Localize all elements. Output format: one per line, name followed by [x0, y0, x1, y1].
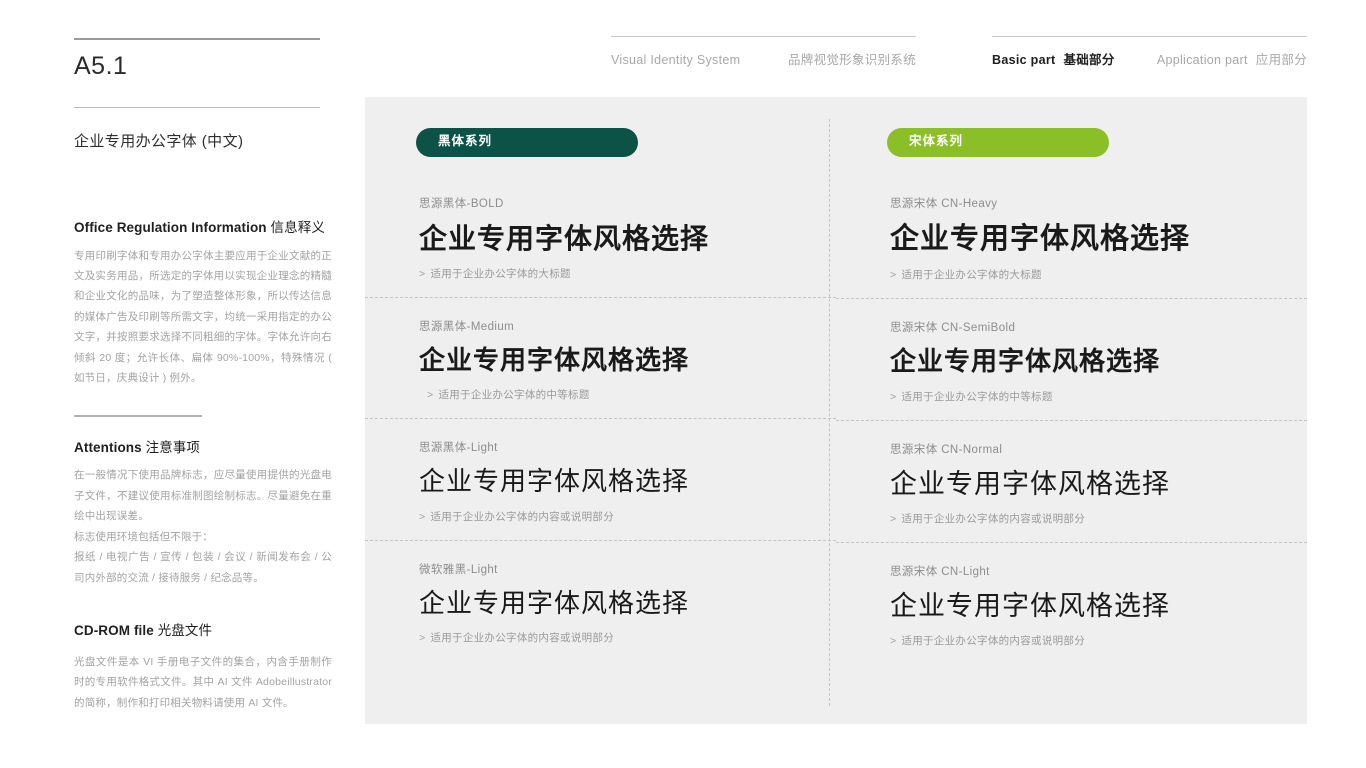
font-usage-text: 适用于企业办公字体的内容或说明部分 — [430, 631, 615, 644]
specimen-list: 思源黑体-BOLD 企业专用字体风格选择 > 适用于企业办公字体的大标题 思源黑体… — [365, 175, 836, 661]
specimen-columns: 黑体系列 思源黑体-BOLD 企业专用字体风格选择 > 适用于企业办公字体的大标题 — [365, 97, 1307, 724]
font-specimen-text: 企业专用字体风格选择 — [419, 223, 710, 254]
section-heading: Office Regulation Information 信息释义 — [74, 219, 332, 237]
section-heading-cn: 信息释义 — [270, 220, 325, 235]
list-item: 微软雅黑-Light 企业专用字体风格选择 > 适用于企业办公字体的内容或说明部分 — [365, 539, 836, 661]
font-specimen-panel: 黑体系列 思源黑体-BOLD 企业专用字体风格选择 > 适用于企业办公字体的大标题 — [365, 97, 1307, 724]
section-heading: CD-ROM file 光盘文件 — [74, 622, 332, 640]
list-item: 思源宋体 CN-Heavy 企业专用字体风格选择 > 适用于企业办公字体的大标题 — [836, 175, 1307, 298]
font-usage-note: > 适用于企业办公字体的大标题 — [890, 267, 1273, 282]
font-usage-text: 适用于企业办公字体的大标题 — [430, 268, 571, 281]
font-name: 思源黑体-BOLD — [419, 198, 504, 210]
tab-application-part-en[interactable]: Application part — [1157, 53, 1248, 67]
font-usage-text: 适用于企业办公字体的内容或说明部分 — [901, 635, 1086, 648]
font-name: 思源宋体 CN-Heavy — [890, 198, 998, 210]
font-usage-note: > 适用于企业办公字体的中等标题 — [419, 387, 802, 402]
header-tabs: Basic part 基础部分 Application part 应用部分 — [992, 36, 1307, 68]
page-title: 企业专用办公字体 (中文) — [74, 133, 244, 150]
section-heading-en: CD-ROM file — [74, 623, 154, 639]
section-heading-cn: 光盘文件 — [157, 623, 213, 639]
section-body-text-2: 标志使用环境包括但不限于： — [74, 530, 214, 543]
system-label-cn: 品牌视觉形象识别系统 — [787, 53, 916, 67]
specimen-list: 思源宋体 CN-Heavy 企业专用字体风格选择 > 适用于企业办公字体的大标题 … — [836, 175, 1307, 664]
chevron-right-icon: > — [890, 390, 897, 403]
font-specimen-text: 企业专用字体风格选择 — [890, 347, 1161, 377]
font-usage-note: > 适用于企业办公字体的内容或说明部分 — [890, 633, 1273, 648]
font-usage-text: 适用于企业办公字体的大标题 — [901, 269, 1042, 282]
list-item: 思源宋体 CN-Normal 企业专用字体风格选择 > 适用于企业办公字体的内容或… — [836, 419, 1307, 542]
chevron-right-icon: > — [419, 510, 426, 523]
font-usage-note: > 适用于企业办公字体的内容或说明部分 — [890, 511, 1273, 526]
font-usage-note: > 适用于企业办公字体的大标题 — [419, 266, 802, 281]
section-office-regulation: Office Regulation Information 信息释义 专用印刷字… — [74, 219, 332, 389]
status-badge: 宋体系列 — [887, 128, 1109, 157]
chevron-right-icon: > — [427, 389, 434, 402]
section-heading-cn: 注意事项 — [145, 439, 201, 455]
sidebar-rule-mid — [74, 107, 320, 108]
font-specimen-text: 企业专用字体风格选择 — [890, 468, 1170, 499]
category-badge-wrap: 宋体系列 — [887, 128, 1109, 157]
section-body: 光盘文件是本 VI 手册电子文件的集合，内含手册制作时的专用软件格式文件。其中 … — [74, 652, 332, 713]
header-rule — [992, 36, 1307, 37]
tab-basic-part-cn[interactable]: 基础部分 — [1063, 49, 1114, 68]
header-row: Visual Identity System 品牌视觉形象识别系统 — [611, 49, 916, 68]
list-item: 思源宋体 CN-Light 企业专用字体风格选择 > 适用于企业办公字体的内容或说… — [836, 541, 1307, 664]
section-body: 专用印刷字体和专用办公字体主要应用于企业文献的正文及实务用品，所选定的字体用以实… — [74, 246, 332, 389]
font-usage-text: 适用于企业办公字体的中等标题 — [438, 389, 590, 402]
chevron-right-icon: > — [419, 268, 426, 281]
font-specimen-text: 企业专用字体风格选择 — [419, 466, 690, 497]
chevron-right-icon: > — [890, 269, 897, 282]
font-name: 思源黑体-Medium — [419, 321, 515, 334]
font-name: 思源黑体-Light — [419, 442, 498, 455]
section-body-text: 光盘文件是本 VI 手册电子文件的集合，内含手册制作时的专用软件格式文件。其中 … — [74, 655, 332, 709]
category-badge-wrap: 黑体系列 — [416, 128, 638, 157]
section-body: 在一般情况下使用品牌标志，应尽量使用提供的光盘电子文件，不建议使用标准制图绘制标… — [74, 465, 332, 588]
font-usage-text: 适用于企业办公字体的内容或说明部分 — [901, 512, 1086, 525]
font-usage-note: > 适用于企业办公字体的内容或说明部分 — [419, 509, 802, 524]
font-name: 思源宋体 CN-SemiBold — [890, 322, 1016, 335]
font-specimen-text: 企业专用字体风格选择 — [419, 345, 690, 376]
section-heading-en: Attentions — [74, 439, 142, 455]
header-rule — [611, 36, 916, 37]
font-specimen-text: 企业专用字体风格选择 — [419, 587, 690, 618]
font-usage-note: > 适用于企业办公字体的内容或说明部分 — [419, 630, 802, 645]
tab-application-part-cn[interactable]: 应用部分 — [1256, 49, 1307, 68]
sidebar: A5.1 企业专用办公字体 (中文) Office Regulation Inf… — [74, 38, 332, 713]
font-specimen-text: 企业专用字体风格选择 — [890, 590, 1170, 621]
section-body-text: 专用印刷字体和专用办公字体主要应用于企业文献的正文及实务用品，所选定的字体用以实… — [74, 249, 332, 385]
sidebar-rule-short — [74, 414, 202, 417]
section-heading-en: Office Regulation Information — [74, 220, 267, 235]
section-body-text-3: 报纸 / 电视广告 / 宣传 / 包装 / 会议 / 新闻发布会 / 公司内外部… — [74, 551, 332, 584]
font-name: 微软雅黑-Light — [419, 563, 498, 576]
system-label-en: Visual Identity System — [611, 53, 741, 67]
font-name: 思源宋体 CN-Light — [890, 565, 990, 578]
specimen-column-heiti: 黑体系列 思源黑体-BOLD 企业专用字体风格选择 > 适用于企业办公字体的大标题 — [365, 97, 836, 724]
section-attentions: Attentions 注意事项 在一般情况下使用品牌标志，应尽量使用提供的光盘电… — [74, 439, 332, 588]
status-badge: 黑体系列 — [416, 128, 638, 157]
font-usage-text: 适用于企业办公字体的内容或说明部分 — [430, 510, 615, 523]
chevron-right-icon: > — [419, 631, 426, 644]
section-cdrom: CD-ROM file 光盘文件 光盘文件是本 VI 手册电子文件的集合，内含手… — [74, 622, 332, 713]
sidebar-rule-top — [74, 38, 320, 40]
font-usage-text: 适用于企业办公字体的中等标题 — [901, 390, 1053, 403]
tab-basic-part-en[interactable]: Basic part — [992, 53, 1055, 67]
chevron-right-icon: > — [890, 635, 897, 648]
chevron-right-icon: > — [890, 512, 897, 525]
section-heading: Attentions 注意事项 — [74, 439, 332, 457]
section-body-text: 在一般情况下使用品牌标志，应尽量使用提供的光盘电子文件，不建议使用标准制图绘制标… — [74, 469, 332, 523]
list-item: 思源黑体-Medium 企业专用字体风格选择 > 适用于企业办公字体的中等标题 — [365, 297, 836, 418]
font-usage-note: > 适用于企业办公字体的中等标题 — [890, 389, 1273, 404]
vi-manual-page: A5.1 企业专用办公字体 (中文) Office Regulation Inf… — [0, 0, 1366, 768]
font-name: 思源宋体 CN-Normal — [890, 443, 1003, 456]
breadcrumb-system: Visual Identity System 品牌视觉形象识别系统 — [611, 36, 916, 68]
specimen-column-songti: 宋体系列 思源宋体 CN-Heavy 企业专用字体风格选择 > 适用于企业办公字体… — [836, 97, 1307, 724]
page-code: A5.1 — [74, 52, 128, 80]
header-row: Basic part 基础部分 Application part 应用部分 — [992, 49, 1307, 68]
font-specimen-text: 企业专用字体风格选择 — [890, 223, 1191, 255]
list-item: 思源宋体 CN-SemiBold 企业专用字体风格选择 > 适用于企业办公字体的中… — [836, 298, 1307, 419]
list-item: 思源黑体-Light 企业专用字体风格选择 > 适用于企业办公字体的内容或说明部分 — [365, 418, 836, 539]
list-item: 思源黑体-BOLD 企业专用字体风格选择 > 适用于企业办公字体的大标题 — [365, 175, 836, 297]
